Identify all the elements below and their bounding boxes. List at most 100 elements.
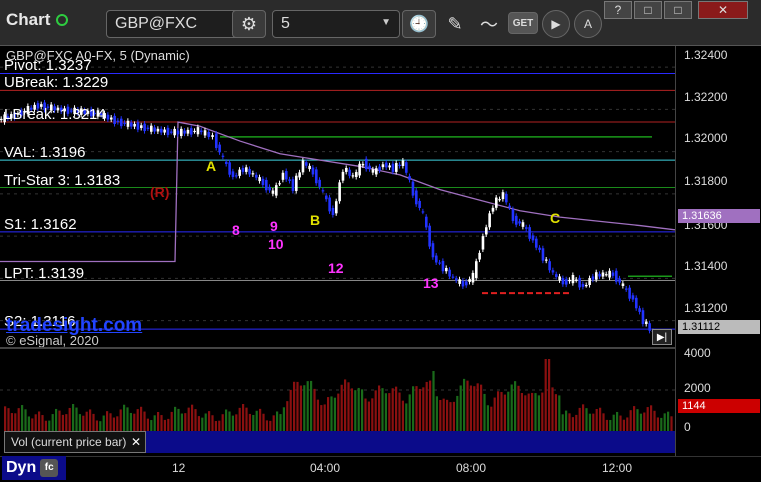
price-scale[interactable]: 1.32400 1.32200 1.32000 1.31800 1.31600 … xyxy=(675,46,761,456)
volume-bar xyxy=(78,414,81,431)
candle-body xyxy=(146,127,150,129)
volume-bar xyxy=(191,404,194,431)
chart-annotation: C xyxy=(550,210,561,226)
close-icon[interactable]: ✕ xyxy=(131,435,141,449)
candle-body xyxy=(441,260,445,272)
candle-body xyxy=(130,122,133,127)
candle-body xyxy=(401,160,405,166)
level-label: S1: 1.3162 xyxy=(4,215,77,233)
volume-bar xyxy=(422,387,425,431)
candle-body xyxy=(461,280,465,287)
candle-body xyxy=(465,281,468,286)
candle-body xyxy=(275,185,278,196)
candle-body xyxy=(311,167,315,175)
restore-button[interactable]: □ xyxy=(634,1,662,19)
volume-bar xyxy=(48,420,51,431)
candle-body xyxy=(261,178,265,186)
dynamic-mode-button[interactable]: Dyn fc xyxy=(2,456,66,480)
interval-select[interactable]: 5 ▼ xyxy=(272,10,400,38)
candle-body xyxy=(611,272,615,276)
candle-body xyxy=(431,243,435,258)
volume-tick: 0 xyxy=(684,420,691,434)
candle-body xyxy=(635,297,638,309)
volume-bar xyxy=(442,398,445,431)
chevron-down-icon[interactable]: ▼ xyxy=(381,17,391,28)
candle-body xyxy=(285,171,288,180)
volume-bar xyxy=(129,412,132,431)
alert-button[interactable]: A xyxy=(574,10,602,38)
scroll-to-end-button[interactable]: ▶| xyxy=(652,329,672,345)
volume-bar xyxy=(622,419,625,431)
volume-bar xyxy=(72,404,75,431)
play-button[interactable]: ▶ xyxy=(542,10,570,38)
volume-legend[interactable]: Vol (current price bar) ✕ xyxy=(4,431,146,453)
candle-body xyxy=(451,276,455,278)
candle-body xyxy=(631,295,635,300)
moving-average-line xyxy=(0,121,675,263)
settings-gear-button[interactable]: ⚙ xyxy=(232,10,266,38)
pane-divider[interactable] xyxy=(0,347,675,349)
candle-body xyxy=(618,278,621,283)
candle-body xyxy=(225,161,228,165)
volume-bar xyxy=(633,406,636,431)
help-button[interactable]: ? xyxy=(604,1,632,19)
volume-bar xyxy=(140,406,143,431)
volume-bar xyxy=(61,414,64,431)
candle-body xyxy=(301,160,305,173)
volume-bar xyxy=(180,413,183,431)
candle-body xyxy=(375,168,378,175)
volume-bar xyxy=(323,404,326,431)
chart-annotation: B xyxy=(310,212,321,228)
volume-bar xyxy=(4,406,7,431)
volume-bar xyxy=(398,392,401,431)
candle-body xyxy=(268,186,271,191)
volume-bar xyxy=(58,410,61,431)
candle-body xyxy=(215,133,218,148)
candle-body xyxy=(525,227,528,229)
candle-body xyxy=(308,165,311,170)
close-button[interactable]: ✕ xyxy=(698,1,748,19)
volume-bar xyxy=(524,395,527,431)
candle-body xyxy=(438,262,441,264)
candle-body xyxy=(120,118,123,127)
volume-bar xyxy=(231,415,234,431)
candle-body xyxy=(381,164,385,168)
volume-bar xyxy=(259,408,262,431)
volume-bar xyxy=(340,384,343,431)
candle-body xyxy=(345,167,348,172)
volume-bar xyxy=(582,404,585,431)
volume-bar xyxy=(531,392,534,431)
link-status-icon xyxy=(56,14,69,26)
draw-button[interactable]: ✎ xyxy=(440,10,470,38)
time-tick: 04:00 xyxy=(310,461,341,475)
candle-body xyxy=(575,279,578,281)
study-button[interactable]: 〜 xyxy=(474,10,504,38)
candle-body xyxy=(318,179,321,187)
maximize-button[interactable]: □ xyxy=(664,1,692,19)
time-button[interactable]: 🕘 xyxy=(402,10,436,38)
volume-bar xyxy=(656,417,659,431)
volume-bar xyxy=(174,406,177,431)
volume-bar xyxy=(282,407,285,431)
volume-bar xyxy=(558,395,561,431)
volume-bar xyxy=(82,415,85,431)
volume-bar xyxy=(197,416,200,431)
volume-bar xyxy=(123,404,126,431)
volume-bar xyxy=(575,414,578,431)
volume-bar xyxy=(588,413,591,431)
volume-bar xyxy=(286,401,289,431)
pencil-icon: ✎ xyxy=(447,13,463,34)
volume-bar xyxy=(255,410,258,431)
volume-bar xyxy=(106,411,109,431)
volume-bar xyxy=(187,407,190,431)
candle-body xyxy=(548,261,551,271)
get-button[interactable]: GET xyxy=(508,12,538,34)
candle-body xyxy=(558,276,561,281)
time-axis[interactable]: 12 04:00 08:00 12:00 xyxy=(0,456,761,482)
candle-body xyxy=(143,123,146,132)
candle-body xyxy=(358,163,361,176)
volume-chart[interactable] xyxy=(0,349,675,431)
candle-body xyxy=(641,310,645,325)
volume-bar xyxy=(102,415,105,431)
candle-body xyxy=(528,227,531,239)
